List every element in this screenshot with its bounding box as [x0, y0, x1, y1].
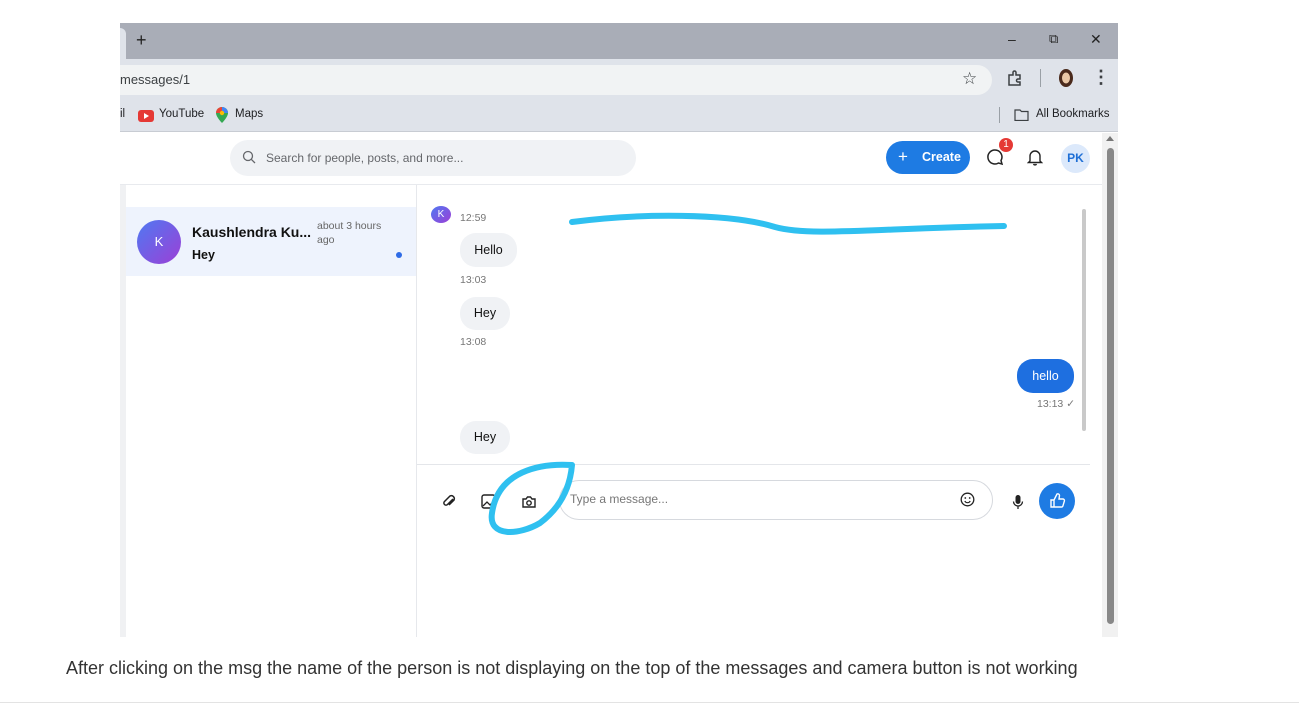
issue-description: After clicking on the msg the name of th…: [66, 658, 1078, 678]
annotation-underline: [569, 212, 1007, 235]
annotation-overlay: [488, 212, 1007, 535]
annotation-circle: [488, 461, 575, 535]
bottom-divider: [0, 702, 1299, 703]
screenshot-frame: + – ⧉ ✕ messages/1 ☆ ⋮ il YouTube Maps A…: [120, 23, 1118, 637]
